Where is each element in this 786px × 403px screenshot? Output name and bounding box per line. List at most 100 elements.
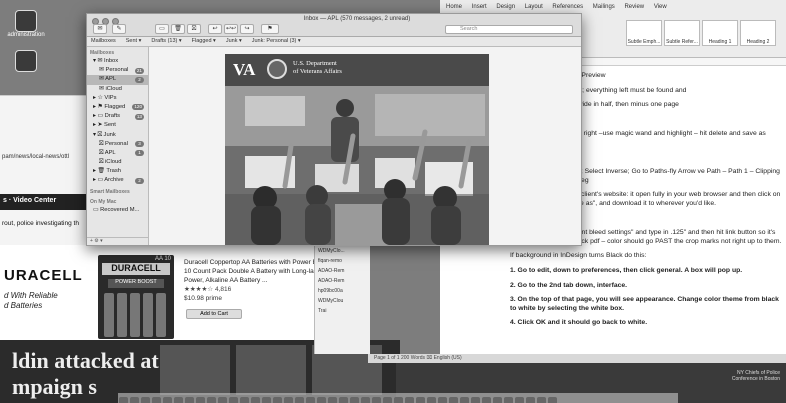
sidebar-item-recovered[interactable]: ▭ Recovered M... — [87, 206, 148, 215]
sidebar-item[interactable]: ▸ ➤ Sent — [87, 121, 148, 130]
sidebar-item[interactable]: ▸ ⚑ Flagged 120 — [87, 103, 148, 112]
style-heading-1[interactable]: Heading 1 — [702, 20, 738, 46]
dock-app-icon[interactable] — [361, 397, 370, 403]
dock-app-icon[interactable] — [515, 397, 524, 403]
dock-app-icon[interactable] — [471, 397, 480, 403]
sidebar-item[interactable]: ▾ ✉ Inbox — [87, 57, 148, 66]
dock-app-icon[interactable] — [306, 397, 315, 403]
dock-app-icon[interactable] — [537, 397, 546, 403]
dock-app-icon[interactable] — [493, 397, 502, 403]
dock-app-icon[interactable] — [548, 397, 557, 403]
sidebar-item[interactable]: ▸ ▭ Drafts 13 — [87, 112, 148, 121]
junk-icon[interactable]: ⛝ — [187, 24, 201, 34]
sidebar-item[interactable]: ✉ Personal 21 — [87, 66, 148, 75]
sidebar-item[interactable]: ⛝ Personal 3 — [87, 140, 148, 149]
file-item[interactable]: WDMyClou — [315, 296, 370, 306]
tab-review[interactable]: Review — [624, 4, 644, 10]
file-item[interactable]: fiqan-remo — [315, 256, 370, 266]
flag-icon[interactable]: ⚑ — [261, 24, 279, 34]
sidebar-item[interactable]: ⛝ APL 1 — [87, 149, 148, 158]
dock-app-icon[interactable] — [152, 397, 161, 403]
add-to-cart-button[interactable]: Add to Cart — [186, 309, 242, 319]
tab-insert[interactable]: Insert — [472, 4, 487, 10]
product-title[interactable]: Duracell Coppertop AA Batteries with Pow… — [184, 258, 334, 285]
dock-app-icon[interactable] — [218, 397, 227, 403]
search-input[interactable]: Search — [445, 25, 573, 34]
dock-app-icon[interactable] — [229, 397, 238, 403]
message-viewer[interactable]: VA U.S. Department of Veterans Affairs — [149, 47, 581, 245]
file-item[interactable]: Trai — [315, 306, 370, 316]
dock-app-icon[interactable] — [317, 397, 326, 403]
style-heading-2[interactable]: Heading 2 — [740, 20, 776, 46]
dock-app-icon[interactable] — [119, 397, 128, 403]
dock-app-icon[interactable] — [438, 397, 447, 403]
reply-icon[interactable]: ↩ — [208, 24, 222, 34]
favorites-item[interactable]: Junk: Personal (3) ▾ — [252, 38, 301, 44]
dock-app-icon[interactable] — [405, 397, 414, 403]
classroom-photo[interactable] — [225, 86, 489, 245]
style-subtle-reference[interactable]: Subtle Refer... — [664, 20, 700, 46]
dock-app-icon[interactable] — [240, 397, 249, 403]
dock-app-icon[interactable] — [460, 397, 469, 403]
style-subtle-emphasis[interactable]: Subtle Emph... — [626, 20, 662, 46]
sidebar-item[interactable]: ✉ iCloud — [87, 85, 148, 94]
favorites-item[interactable]: Flagged ▾ — [192, 38, 216, 44]
tab-layout[interactable]: Layout — [525, 4, 543, 10]
dock-app-icon[interactable] — [163, 397, 172, 403]
site-nav[interactable]: s · Video Center — [0, 194, 90, 210]
news-snippet[interactable]: rout, police investigating th — [2, 220, 79, 227]
sidebar-item[interactable]: ⛝ iCloud — [87, 158, 148, 167]
get-mail-button[interactable]: ✉ — [93, 24, 107, 34]
mail-titlebar[interactable]: Inbox — APL (570 messages, 2 unread) ✉ ✎… — [87, 14, 581, 37]
sidebar-item[interactable]: ▸ ▭ Archive 2 — [87, 176, 148, 185]
sidebar-item[interactable]: ▸ ☆ VIPs — [87, 94, 148, 103]
file-item[interactable]: hp09bc00a — [315, 286, 370, 296]
url-text[interactable]: pam/news/local-news/ottl — [2, 154, 69, 160]
tab-references[interactable]: References — [552, 4, 583, 10]
dock-app-icon[interactable] — [174, 397, 183, 403]
dock-app-icon[interactable] — [328, 397, 337, 403]
favorites-item[interactable]: Drafts (13) ▾ — [151, 38, 181, 44]
sidebar-item[interactable]: ✉ APL 2 — [87, 75, 148, 85]
forward-icon[interactable]: ↪ — [240, 24, 254, 34]
dock-app-icon[interactable] — [339, 397, 348, 403]
dock-app-icon[interactable] — [394, 397, 403, 403]
dock-app-icon[interactable] — [295, 397, 304, 403]
dock-app-icon[interactable] — [526, 397, 535, 403]
desktop-icon-administration[interactable]: administration — [4, 8, 48, 52]
dock-app-icon[interactable] — [427, 397, 436, 403]
trash-icon[interactable]: 🗑 — [171, 24, 185, 34]
tab-home[interactable]: Home — [446, 4, 462, 10]
tab-view[interactable]: View — [654, 4, 667, 10]
dock-app-icon[interactable] — [130, 397, 139, 403]
file-item[interactable]: WDMyClo... — [315, 246, 370, 256]
dock-app-icon[interactable] — [207, 397, 216, 403]
reply-all-icon[interactable]: ↩↩ — [224, 24, 238, 34]
dock-app-icon[interactable] — [383, 397, 392, 403]
dock-app-icon[interactable] — [196, 397, 205, 403]
dock-app-icon[interactable] — [449, 397, 458, 403]
news-thumbnail[interactable] — [160, 345, 230, 395]
file-item[interactable]: ADAO-Rem — [315, 276, 370, 286]
favorites-item[interactable]: Mailboxes — [91, 38, 116, 44]
tab-design[interactable]: Design — [496, 4, 515, 10]
desktop-icon-drive[interactable] — [4, 48, 48, 92]
dock-app-icon[interactable] — [350, 397, 359, 403]
sidebar-item[interactable]: ▾ ⛝ Junk — [87, 131, 148, 140]
news-thumbnail[interactable] — [236, 345, 306, 395]
sidebar-footer[interactable]: + ⚙ ▾ — [87, 237, 149, 245]
dock-app-icon[interactable] — [482, 397, 491, 403]
sidebar-item[interactable]: ▸ 🗑 Trash — [87, 167, 148, 176]
favorites-item[interactable]: Sent ▾ — [126, 38, 142, 44]
dock-app-icon[interactable] — [372, 397, 381, 403]
archive-icon[interactable]: ▭ — [155, 24, 169, 34]
compose-icon[interactable]: ✎ — [112, 24, 126, 34]
dock-app-icon[interactable] — [504, 397, 513, 403]
tab-mailings[interactable]: Mailings — [593, 4, 615, 10]
dock-app-icon[interactable] — [416, 397, 425, 403]
battery-pack-image[interactable]: AA 10 DURACELL POWER BOOST — [98, 255, 174, 339]
favorites-item[interactable]: Junk ▾ — [226, 38, 242, 44]
file-item[interactable]: ADAO-Rem — [315, 266, 370, 276]
dock-app-icon[interactable] — [273, 397, 282, 403]
dock-app-icon[interactable] — [251, 397, 260, 403]
